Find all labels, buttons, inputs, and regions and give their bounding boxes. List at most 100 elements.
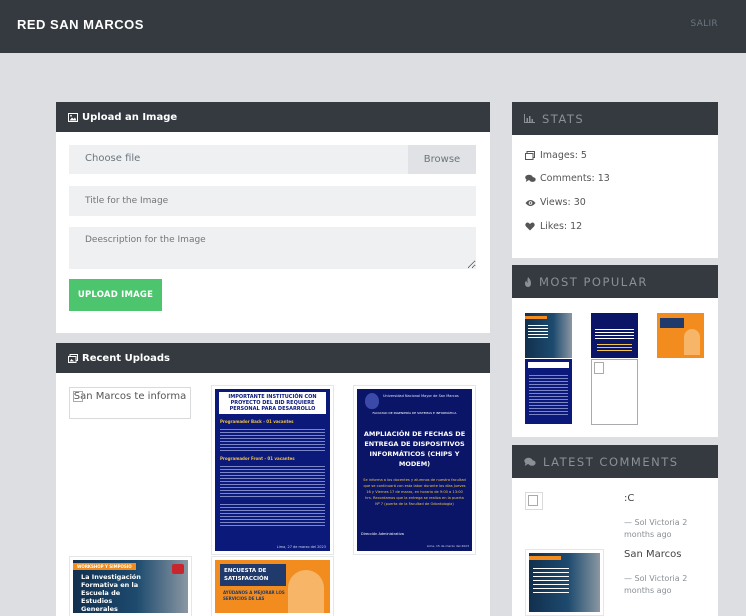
workshop-poster-image <box>525 313 572 358</box>
workshop-poster-tag-stripe <box>529 556 561 560</box>
most-popular-title: MOST POPULAR <box>539 274 648 289</box>
most-popular-header: MOST POPULAR <box>512 265 718 298</box>
recent-upload-thumbnail[interactable]: Universidad Nacional Mayor de San Marcos… <box>353 385 476 555</box>
latest-comments-header: LATEST COMMENTS <box>512 445 718 478</box>
survey-poster-image: ENCUESTA DE SATISFACCIÓN AYÚDANOS A MEJO… <box>215 560 330 613</box>
browse-button[interactable]: Browse <box>408 145 476 174</box>
survey-poster-image <box>657 313 704 358</box>
stats-title: STATS <box>542 111 585 126</box>
upload-card-header: Upload an Image <box>56 102 490 132</box>
comment-time-ago: months ago <box>624 530 672 539</box>
announcement-poster-headline: AMPLIACIÓN DE FECHAS DE ENTREGA DE DISPO… <box>363 430 466 468</box>
logout-link[interactable]: SALIR <box>691 19 718 29</box>
workshop-poster-text-lines <box>528 323 548 339</box>
job-poster-footer: Lima, 27 de marzo del 2023 <box>276 545 326 549</box>
workshop-poster-text-lines <box>533 565 569 593</box>
broken-image-thumbnail[interactable]: San Marcos te informa <box>69 387 191 419</box>
job-poster-text-block <box>220 427 325 453</box>
upload-image-button[interactable]: UPLOAD IMAGE <box>69 279 162 311</box>
image-icon <box>68 112 78 122</box>
comment-thumbnail[interactable] <box>525 492 543 510</box>
latest-comments-card: LATEST COMMENTS :C — Sol Victoria 2 mont… <box>512 445 718 616</box>
brand-logo[interactable]: RED SAN MARCOS <box>17 17 144 32</box>
announcement-poster-body: Se informa a los docentes y alumnos de n… <box>363 478 466 506</box>
most-popular-card: MOST POPULAR <box>512 265 718 437</box>
popular-thumbnail[interactable] <box>525 313 572 358</box>
popular-thumbnail[interactable] <box>657 313 704 358</box>
announcement-poster-image <box>591 313 638 358</box>
recent-upload-thumbnail[interactable]: WORKSHOP Y SIMPOSIO La Investigación For… <box>69 556 192 616</box>
comment-text: San Marcos <box>624 549 682 560</box>
stats-header: STATS <box>512 102 718 135</box>
survey-poster-headline-box <box>660 318 684 328</box>
workshop-poster-tag: WORKSHOP Y SIMPOSIO <box>73 563 136 570</box>
recent-uploads-title: Recent Uploads <box>82 352 171 364</box>
survey-poster-headline: ENCUESTA DE SATISFACCIÓN <box>220 564 286 586</box>
popular-thumbnail[interactable] <box>525 359 572 424</box>
broken-image-alt: San Marcos te informa <box>73 391 187 402</box>
comment-text: :C <box>624 493 635 504</box>
stat-views: Views: 30 <box>525 197 586 208</box>
popular-thumbnail[interactable] <box>591 313 638 358</box>
image-title-input[interactable] <box>69 186 476 216</box>
stat-comments: Comments: 13 <box>525 173 610 184</box>
stat-likes: Likes: 12 <box>525 221 582 232</box>
comments-icon <box>525 174 536 183</box>
stats-card: STATS Images: 5 Comments: 13 Views: 30 L… <box>512 102 718 258</box>
announcement-poster-faculty: FACULTAD DE INGENIERÍA DE SISTEMAS E INF… <box>372 411 457 415</box>
announcement-poster-text-lines <box>597 342 632 352</box>
announcement-poster-org: Universidad Nacional Mayor de San Marcos <box>383 394 459 398</box>
stat-images: Images: 5 <box>525 150 587 161</box>
recent-upload-thumbnail[interactable]: ENCUESTA DE SATISFACCIÓN AYÚDANOS A MEJO… <box>211 556 334 616</box>
job-poster-subtitle-1: Programador Back - 01 vacantes <box>220 419 294 424</box>
comment-thumbnail[interactable] <box>525 549 604 616</box>
file-input-placeholder: Choose file <box>85 153 141 164</box>
fire-icon <box>524 276 532 287</box>
university-seal-icon <box>365 393 379 409</box>
file-input[interactable]: Choose file Browse <box>69 145 476 174</box>
latest-comments-title: LATEST COMMENTS <box>543 454 679 469</box>
comment-time-ago: months ago <box>624 586 672 595</box>
stat-images-label: Images: 5 <box>540 150 587 161</box>
workshop-poster-headline: La Investigación Formativa en la Escuela… <box>81 573 141 613</box>
survey-poster-person-illustration <box>288 570 324 613</box>
workshop-poster-image <box>529 553 600 612</box>
recent-uploads-card: Recent Uploads San Marcos te informa IMP… <box>56 343 490 616</box>
recent-uploads-header: Recent Uploads <box>56 343 490 373</box>
survey-poster-subtitle: AYÚDANOS A MEJORAR LOS SERVICIOS DE LAS <box>223 590 285 601</box>
job-poster-image <box>525 359 572 424</box>
stat-views-label: Views: 30 <box>540 197 586 208</box>
images-icon <box>68 353 78 363</box>
comments-icon <box>524 457 536 467</box>
broken-image-icon <box>528 495 538 506</box>
upload-card: Upload an Image Choose file Browse UPLOA… <box>56 102 490 333</box>
recent-upload-thumbnail[interactable]: IMPORTANTE INSTITUCIÓN CON PROYECTO DEL … <box>211 385 334 555</box>
job-poster-subtitle-2: Programador Front - 01 vacantes <box>220 456 295 461</box>
broken-image-icon <box>594 362 604 374</box>
navbar: RED SAN MARCOS SALIR <box>0 0 746 53</box>
stat-likes-label: Likes: 12 <box>540 221 583 232</box>
broken-image-icon <box>73 391 83 402</box>
upload-card-title: Upload an Image <box>82 111 178 123</box>
images-icon <box>525 151 536 160</box>
comment-author-date: — Sol Victoria 2 <box>624 518 688 527</box>
announcement-poster-footer: Lima, 15 de marzo del 2023 <box>426 544 469 548</box>
comment-author-date: — Sol Victoria 2 <box>624 574 688 583</box>
popular-thumbnail[interactable] <box>591 359 638 425</box>
announcement-poster-signature: Dirección Administrativa <box>361 532 404 536</box>
job-poster-headline: IMPORTANTE INSTITUCIÓN CON PROYECTO DEL … <box>219 392 326 414</box>
workshop-poster-tag-stripe <box>525 316 547 319</box>
heart-icon <box>525 222 536 231</box>
stat-comments-label: Comments: 13 <box>540 173 610 184</box>
survey-poster-person-illustration <box>684 329 700 355</box>
image-description-input[interactable] <box>69 227 476 269</box>
workshop-poster-image: WORKSHOP Y SIMPOSIO La Investigación For… <box>73 560 188 613</box>
announcement-poster-text-lines <box>595 327 634 339</box>
job-poster-text-block <box>220 502 325 526</box>
bar-chart-icon <box>524 114 535 123</box>
job-poster-text-block <box>220 464 325 498</box>
job-poster-text-lines <box>529 373 568 417</box>
announcement-poster-image: Universidad Nacional Mayor de San Marcos… <box>357 389 472 551</box>
eye-icon <box>525 199 536 207</box>
university-seal-icon <box>172 564 184 574</box>
